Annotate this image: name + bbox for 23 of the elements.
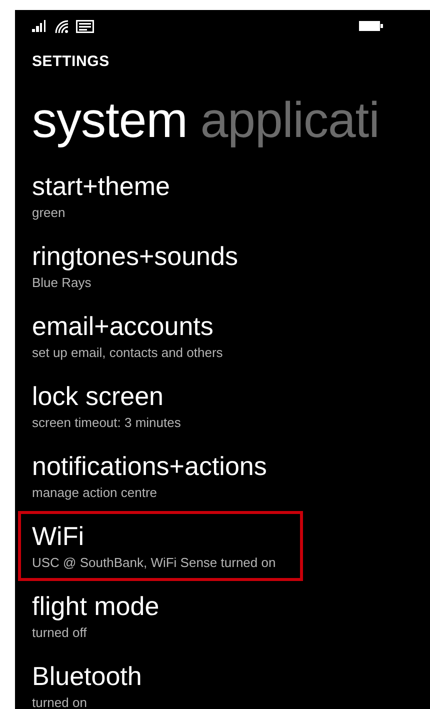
pivot-tab[interactable]: system (32, 92, 188, 148)
setting-subtitle: set up email, contacts and others (32, 345, 224, 361)
setting-subtitle: manage action centre (32, 485, 158, 501)
signal-icon (32, 20, 48, 32)
setting-title[interactable]: Bluetooth (32, 661, 232, 691)
setting-title[interactable]: WiFi (32, 521, 276, 551)
setting-title[interactable]: flight mode (32, 591, 232, 621)
setting-title[interactable]: start+theme (32, 171, 232, 201)
pivot-tab[interactable]: applicati (200, 92, 380, 148)
wifi-icon (55, 20, 69, 32)
setting-title[interactable]: lock screen (32, 381, 232, 411)
setting-subtitle: Blue Rays (32, 275, 92, 291)
setting-subtitle: turned on (32, 695, 88, 709)
setting-title[interactable]: notifications+actions (32, 451, 267, 481)
setting-subtitle: green (32, 205, 66, 221)
setting-subtitle: USC @ SouthBank, WiFi Sense turned on (32, 555, 276, 571)
setting-subtitle: turned off (32, 625, 88, 641)
message-icon (76, 20, 94, 32)
setting-subtitle: screen timeout: 3 minutes (32, 415, 182, 431)
setting-title[interactable]: ringtones+sounds (32, 241, 238, 271)
setting-title[interactable]: email+accounts (32, 311, 232, 341)
battery-icon (359, 21, 383, 31)
settings-heading: SETTINGS (32, 52, 110, 72)
